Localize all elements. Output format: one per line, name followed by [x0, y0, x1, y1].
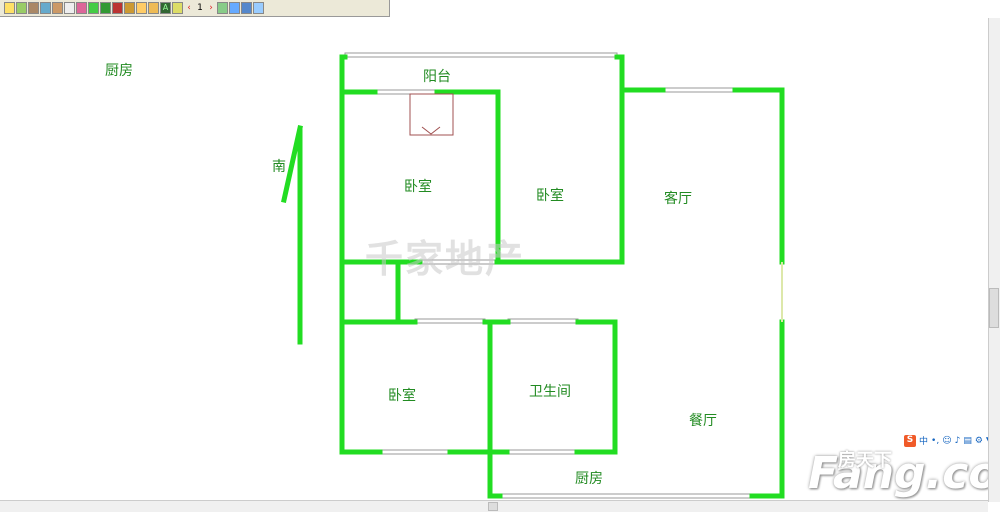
grid-icon[interactable] — [217, 2, 228, 14]
toolbar: A ‹ 1 › — [0, 0, 390, 17]
zoom-icon[interactable] — [253, 2, 264, 14]
camera-icon[interactable] — [241, 2, 252, 14]
fill-icon[interactable] — [136, 2, 147, 14]
room-label-kitchen: 厨房 — [575, 471, 603, 487]
wall-icon[interactable] — [16, 2, 27, 14]
sofa-icon[interactable] — [88, 2, 99, 14]
wardrobe — [409, 93, 454, 136]
punctuation-icon[interactable]: •, — [931, 436, 939, 446]
room-label-bedroom-1: 卧室 — [404, 179, 432, 195]
pencil-icon[interactable] — [172, 2, 183, 14]
measure-icon[interactable] — [229, 2, 240, 14]
toilet-icon[interactable] — [64, 2, 75, 14]
fang-logo: Fang.com — [808, 448, 1000, 499]
room-label-bathroom: 卫生间 — [529, 384, 571, 400]
room-label-balcony: 阳台 — [423, 69, 451, 85]
fireplace-icon[interactable] — [112, 2, 123, 14]
walls — [281, 54, 785, 499]
window-icon[interactable] — [40, 2, 51, 14]
cabinet-icon[interactable] — [52, 2, 63, 14]
keyboard-icon[interactable]: ▤ — [963, 436, 972, 446]
room-label-kitchen-top: 厨房 — [105, 63, 133, 79]
next-icon[interactable]: › — [206, 3, 216, 13]
chinese-mode-icon[interactable]: 中 — [919, 434, 928, 447]
vertical-scroll-thumb[interactable] — [989, 288, 999, 328]
vertical-scrollbar[interactable] — [988, 18, 1000, 502]
tree-icon[interactable] — [100, 2, 111, 14]
stairs-icon[interactable] — [148, 2, 159, 14]
horizontal-scroll-thumb[interactable] — [488, 502, 498, 511]
room-label-living: 客厅 — [664, 191, 692, 207]
sogou-icon[interactable]: S — [904, 434, 916, 447]
fang-logo-cn: 房天下 — [838, 450, 892, 471]
pointer-icon[interactable] — [4, 2, 15, 14]
text-icon[interactable]: A — [160, 2, 171, 14]
door-icon[interactable] — [28, 2, 39, 14]
paint-icon[interactable] — [124, 2, 135, 14]
room-label-dining: 餐厅 — [689, 413, 717, 429]
ime-toolbar[interactable]: S 中 •, ☺ ♪ ▤ ⚙ ▼ — [904, 434, 993, 447]
room-label-bedroom-2: 卧室 — [536, 188, 564, 204]
emoji-icon[interactable]: ☺ — [942, 436, 951, 446]
chair-icon[interactable] — [76, 2, 87, 14]
watermark: 千家地产 — [365, 237, 526, 281]
room-label-bedroom-3: 卧室 — [388, 388, 416, 404]
prev-icon[interactable]: ‹ — [184, 3, 194, 13]
toolbox-icon[interactable]: ⚙ — [975, 436, 983, 446]
mic-icon[interactable]: ♪ — [955, 436, 961, 446]
horizontal-scrollbar[interactable] — [0, 500, 988, 512]
page-number: 1 — [197, 3, 203, 13]
compass-label: 南 — [272, 159, 286, 175]
